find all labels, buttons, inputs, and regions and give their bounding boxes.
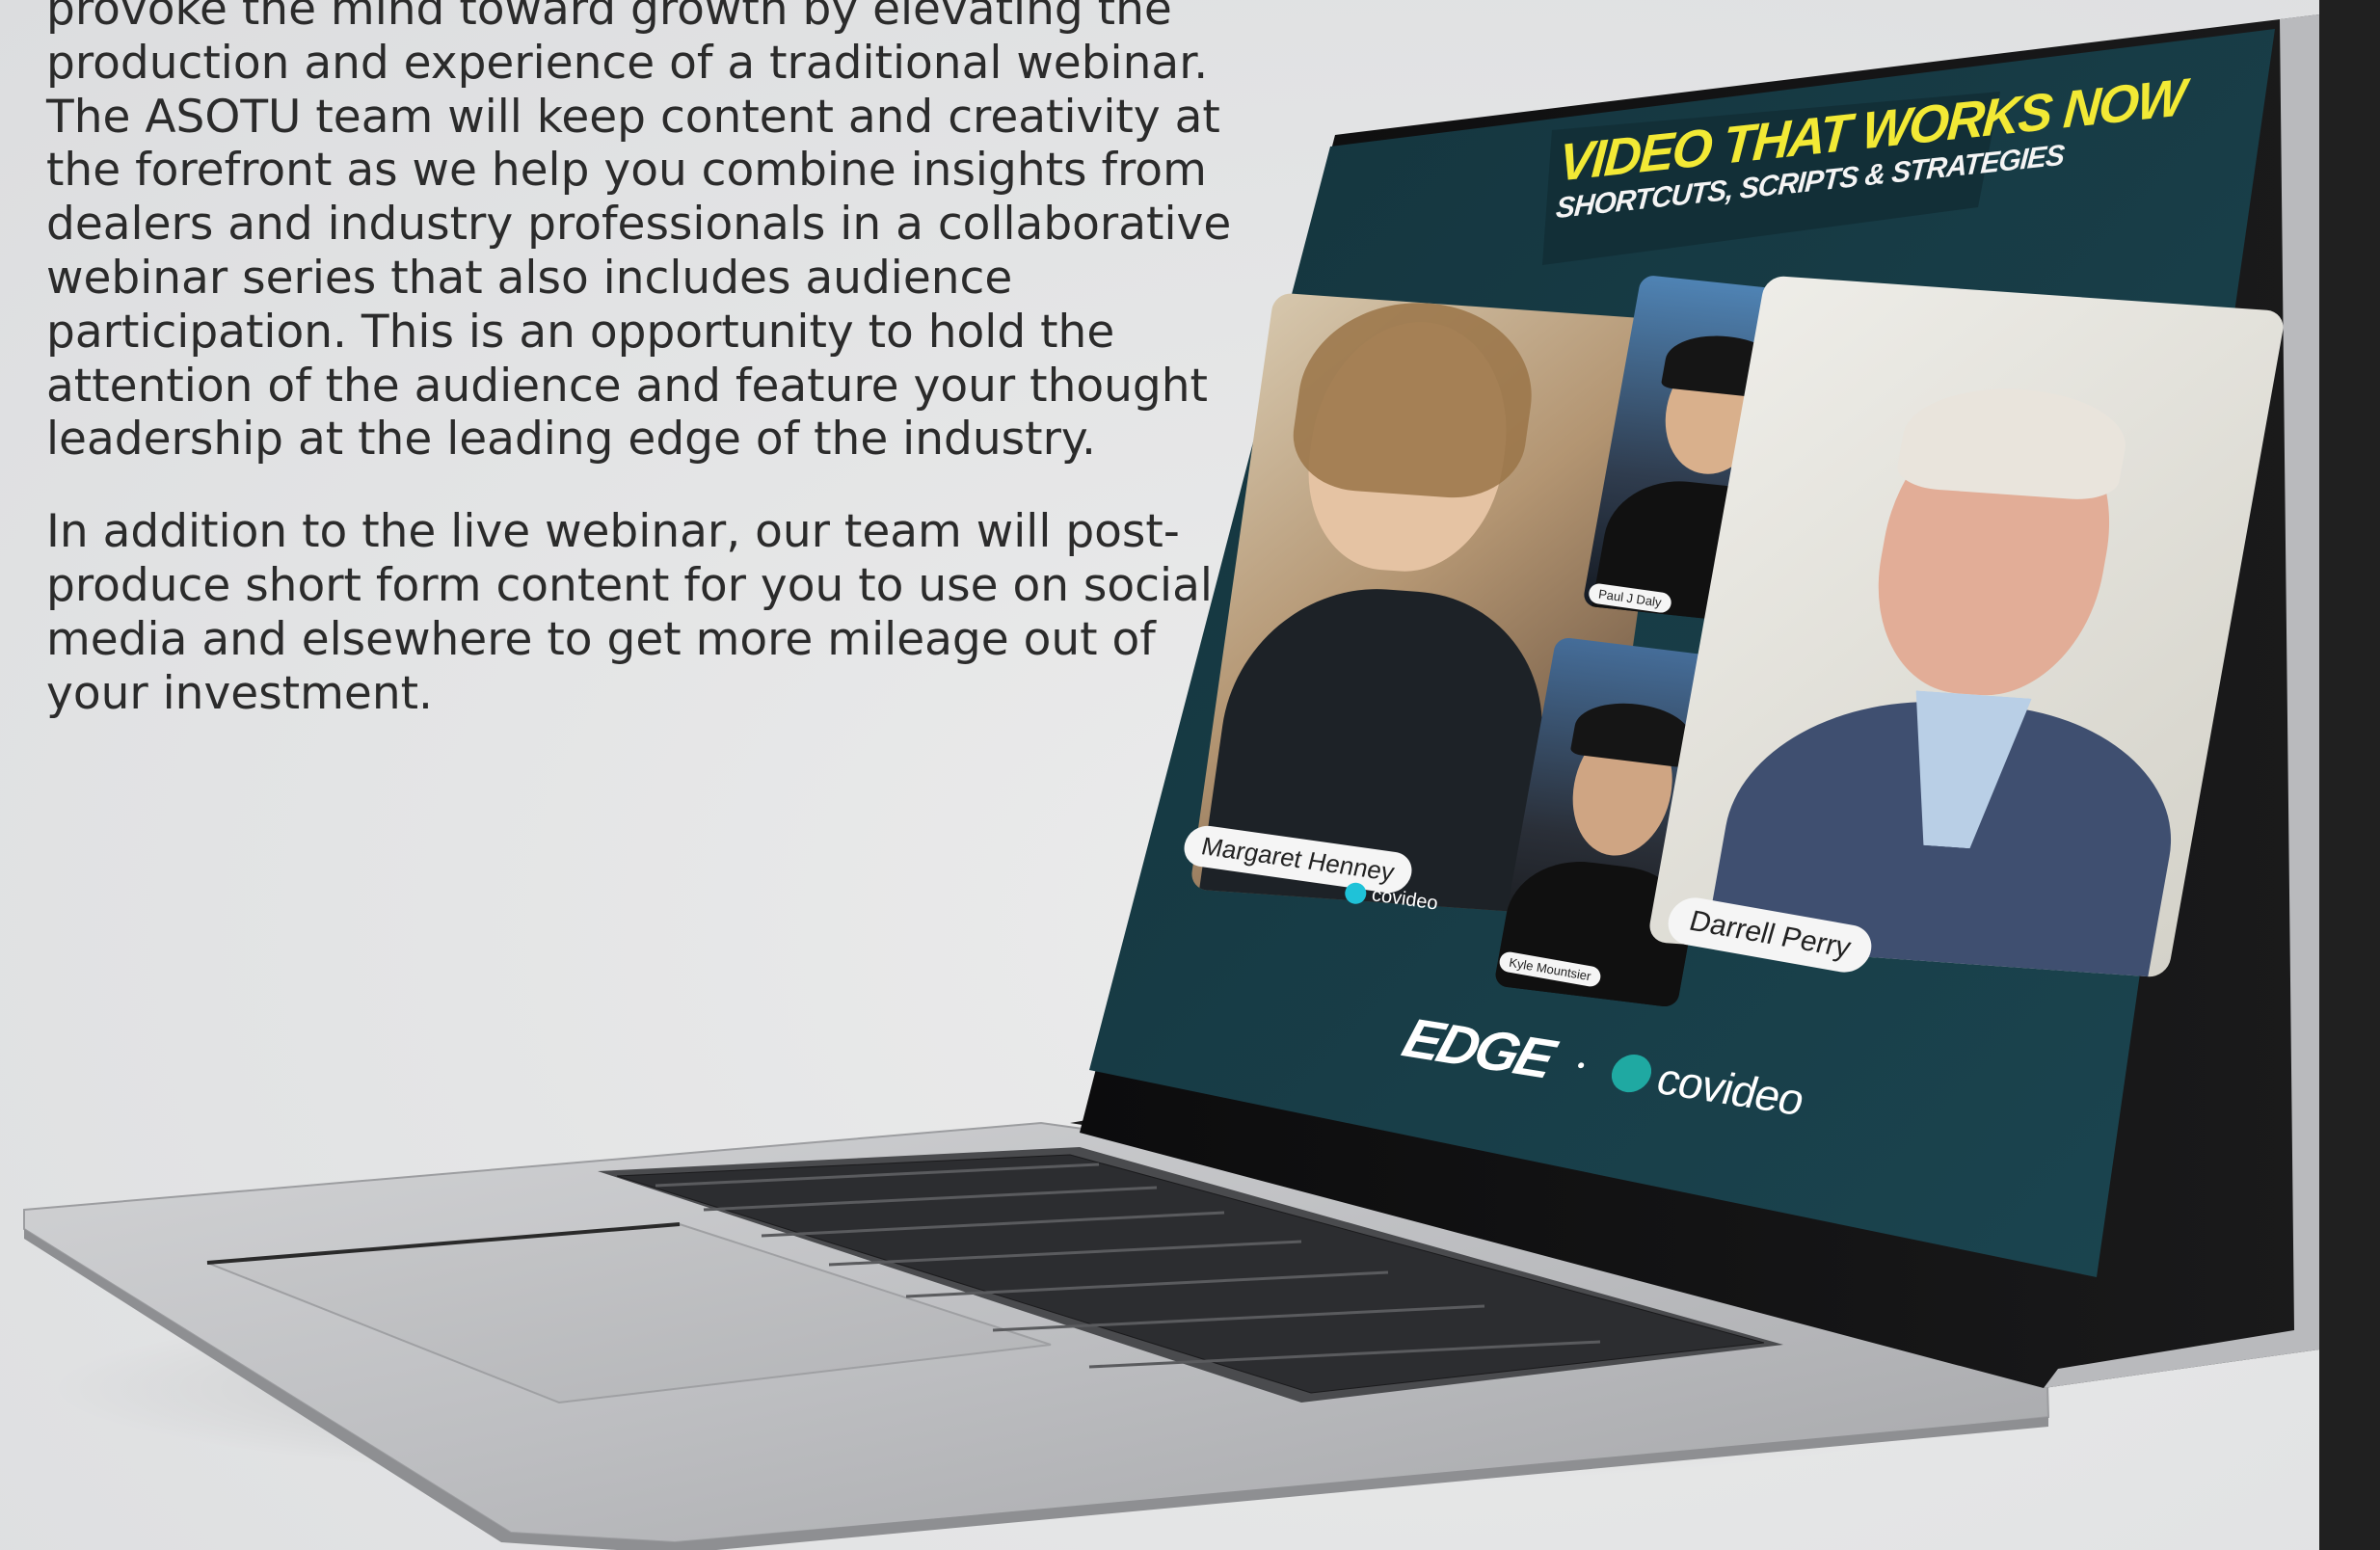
right-edge-panel bbox=[2319, 0, 2380, 1550]
laptop-mockup-image bbox=[23, 14, 2319, 1550]
page: provoke the mind toward growth by elevat… bbox=[0, 0, 2380, 1550]
